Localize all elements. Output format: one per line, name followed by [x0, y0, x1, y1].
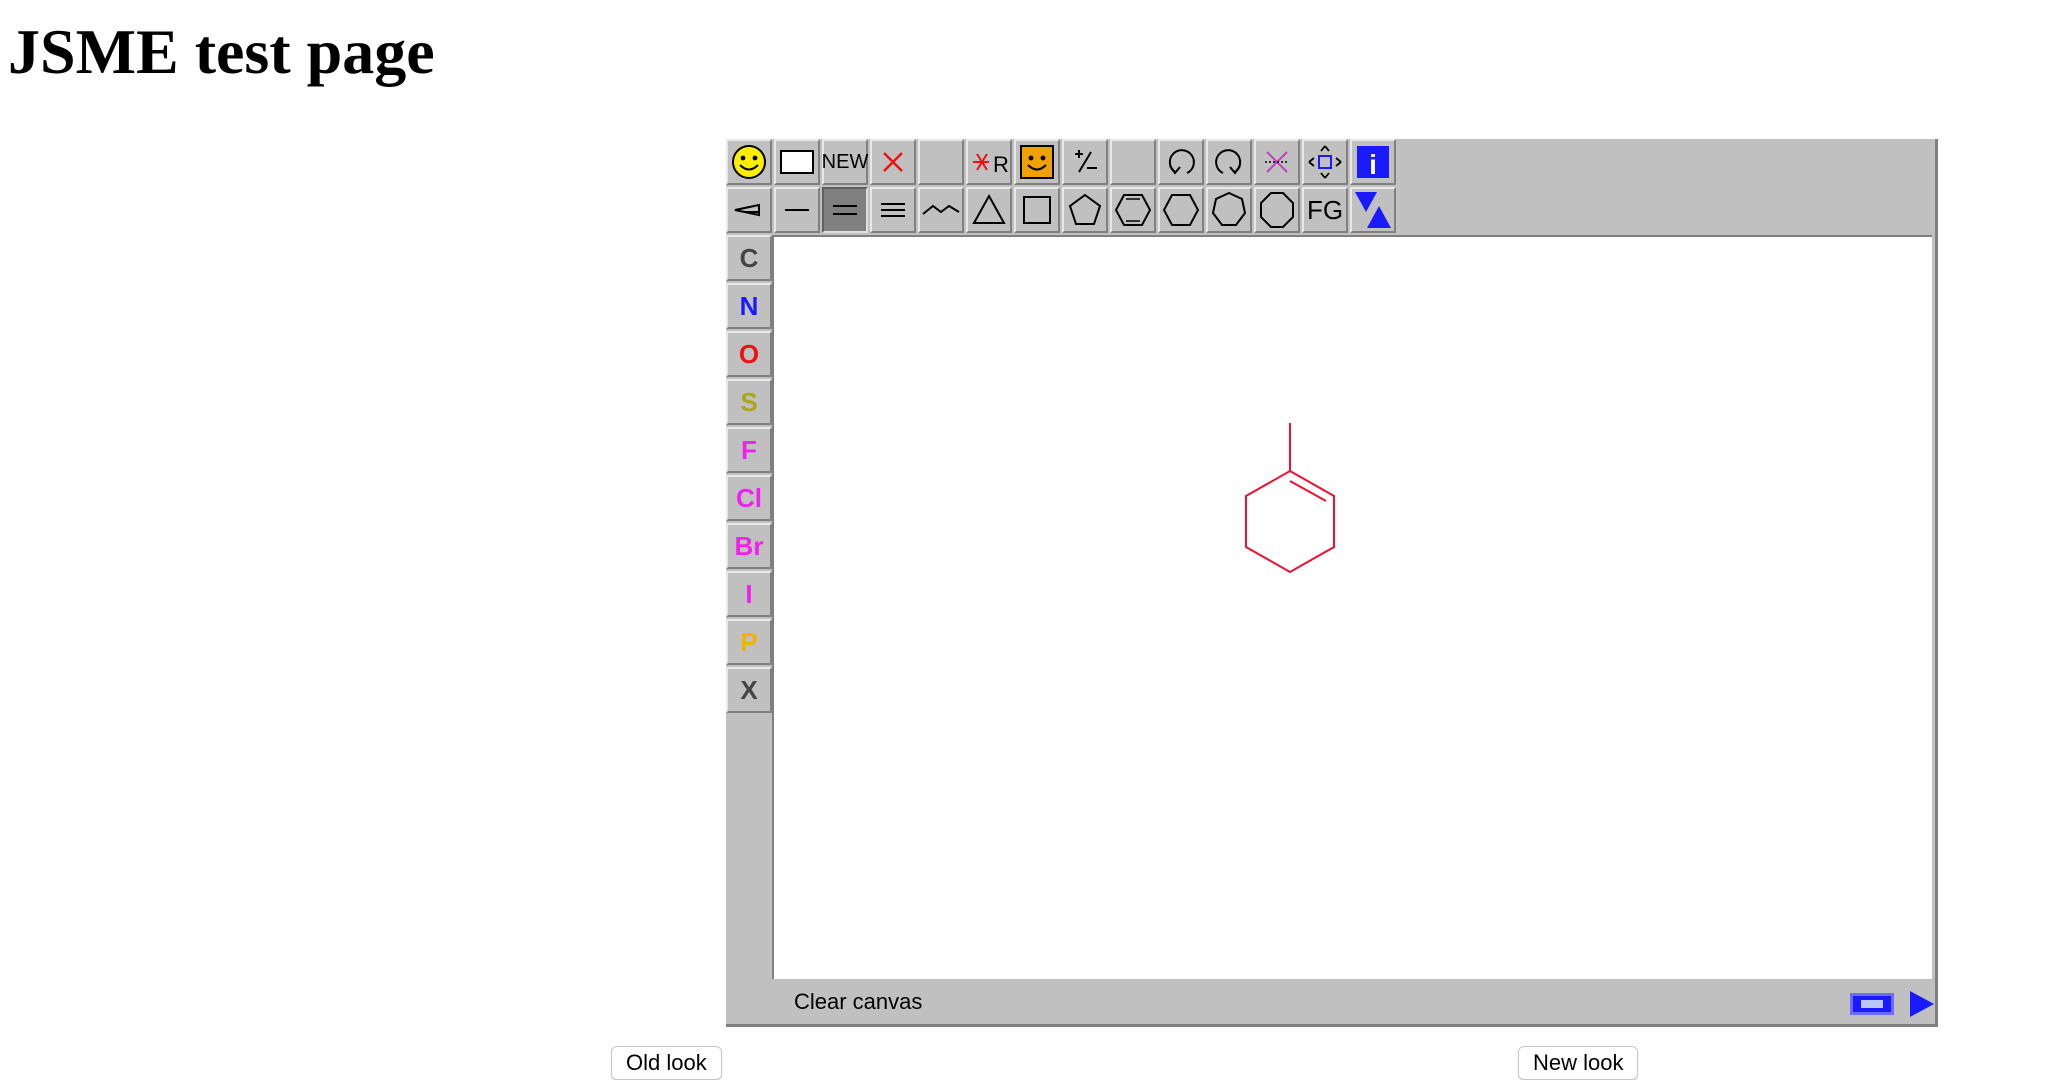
fg-button-label: FG: [1306, 194, 1344, 225]
undo-icon[interactable]: [1158, 139, 1204, 185]
atom-button-p[interactable]: P: [726, 619, 772, 665]
ring7-icon[interactable]: [1206, 187, 1252, 233]
triple-bond-icon[interactable]: [870, 187, 916, 233]
smiley-icon[interactable]: [726, 139, 772, 185]
fg-button[interactable]: FG: [1302, 187, 1348, 233]
status-message: Clear canvas: [794, 989, 923, 1014]
ring-bonds: [1245, 469, 1335, 574]
atom-button-n[interactable]: N: [726, 283, 772, 329]
delete-r-icon[interactable]: R: [966, 139, 1012, 185]
page-title: JSME test page: [8, 16, 435, 87]
charge-icon[interactable]: [1062, 139, 1108, 185]
jsme-editor: NEW R i FG C N O S F Cl Br I P X Clear c…: [726, 139, 1938, 1027]
move-icon[interactable]: [1302, 139, 1348, 185]
ring6-icon[interactable]: [1158, 187, 1204, 233]
atom-button-br[interactable]: Br: [726, 523, 772, 569]
empty-slot: [918, 139, 964, 185]
new-button[interactable]: NEW: [822, 139, 868, 185]
redo-icon[interactable]: [1206, 139, 1252, 185]
single-bond-icon[interactable]: [774, 187, 820, 233]
atom-button-cl[interactable]: Cl: [726, 475, 772, 521]
atom-button-f[interactable]: F: [726, 427, 772, 473]
ring4-icon[interactable]: [1014, 187, 1060, 233]
atom-button-o[interactable]: O: [726, 331, 772, 377]
ring5-icon[interactable]: [1062, 187, 1108, 233]
reaction-icon[interactable]: [1254, 139, 1300, 185]
svg-text:i: i: [1369, 149, 1377, 180]
triangles-icon[interactable]: [1350, 187, 1396, 233]
query-smiley-icon[interactable]: [1014, 139, 1060, 185]
ring3-icon[interactable]: [966, 187, 1012, 233]
new-look-button[interactable]: New look: [1518, 1046, 1639, 1080]
atom-button-x[interactable]: X: [726, 667, 772, 713]
delete-x-icon[interactable]: [870, 139, 916, 185]
old-look-button[interactable]: Old look: [611, 1046, 722, 1080]
svg-text:R: R: [993, 152, 1009, 177]
wedge-bond-icon[interactable]: [726, 187, 772, 233]
molecule-drawing: [1245, 423, 1335, 574]
info-icon[interactable]: i: [1350, 139, 1396, 185]
chain-icon[interactable]: [918, 187, 964, 233]
atom-button-i[interactable]: I: [726, 571, 772, 617]
display-mode-icon[interactable]: [1850, 993, 1894, 1015]
blank-box-icon[interactable]: [774, 139, 820, 185]
new-button-label: NEW: [821, 150, 869, 173]
double-bond-line: [1289, 480, 1327, 502]
benzene-icon[interactable]: [1110, 187, 1156, 233]
ring8-icon[interactable]: [1254, 187, 1300, 233]
drawing-canvas[interactable]: [772, 235, 1932, 979]
expand-arrow-icon[interactable]: [1910, 991, 1934, 1017]
double-bond-icon[interactable]: [822, 187, 868, 233]
atom-button-c[interactable]: C: [726, 235, 772, 281]
atom-button-s[interactable]: S: [726, 379, 772, 425]
empty-slot: [1110, 139, 1156, 185]
